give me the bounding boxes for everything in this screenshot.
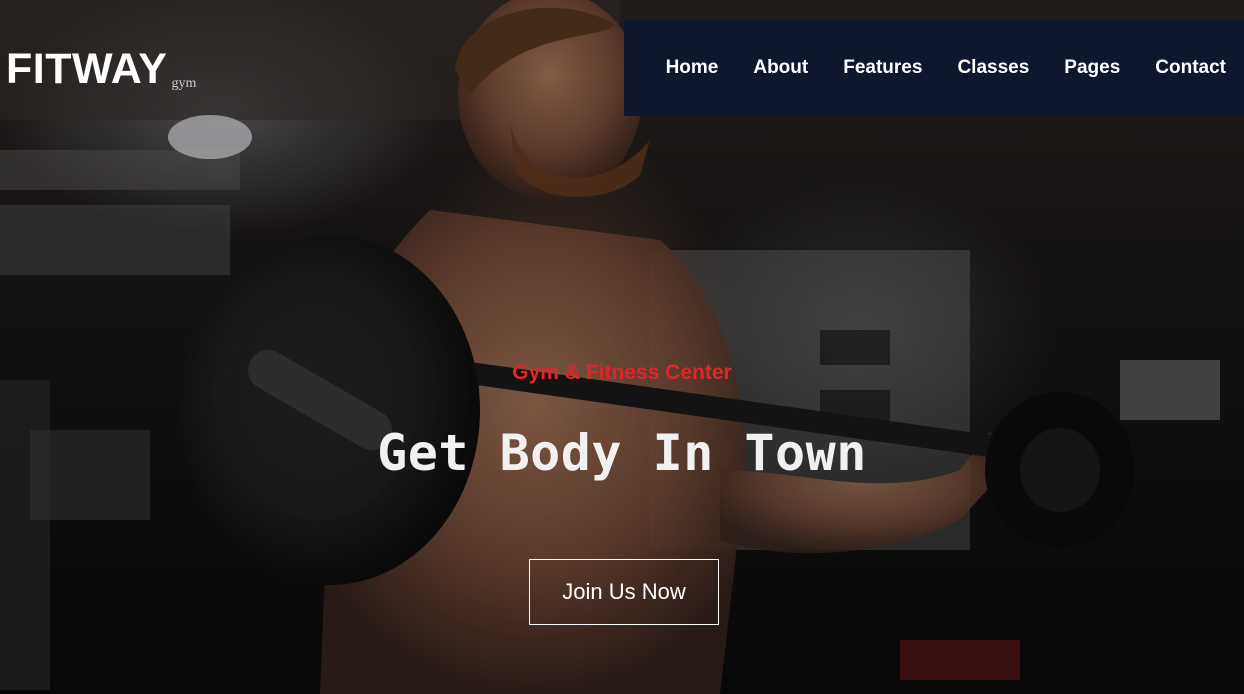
- join-us-button[interactable]: Join Us Now: [529, 559, 719, 625]
- nav-item-classes[interactable]: Classes: [957, 57, 1029, 79]
- nav-item-features[interactable]: Features: [843, 57, 922, 79]
- main-navigation: Home About Features Classes Pages Contac…: [624, 20, 1244, 116]
- nav-item-home[interactable]: Home: [666, 57, 719, 79]
- brand-logo[interactable]: FITWAY gym: [6, 48, 196, 91]
- brand-tagline: gym: [171, 76, 197, 91]
- nav-item-contact[interactable]: Contact: [1155, 57, 1226, 79]
- hero-section: FITWAY gym Home About Features Classes P…: [0, 0, 1244, 694]
- brand-name: FITWAY: [6, 45, 168, 93]
- hero-headline: Get Body In Town: [377, 424, 867, 482]
- hero-eyebrow: Gym & Fitness Center: [512, 361, 732, 384]
- nav-item-pages[interactable]: Pages: [1064, 57, 1120, 79]
- nav-item-about[interactable]: About: [753, 57, 808, 79]
